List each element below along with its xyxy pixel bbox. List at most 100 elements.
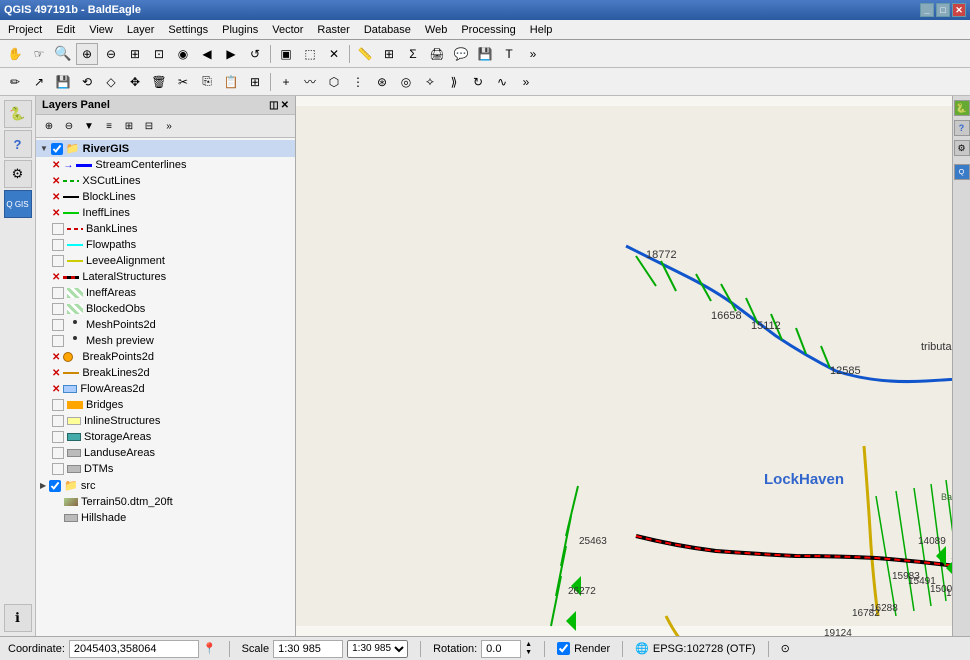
delete-btn[interactable]: 🗑	[148, 71, 170, 93]
coord-input[interactable]	[69, 640, 199, 658]
list-item[interactable]: ✕ XSCutLines	[36, 173, 295, 189]
list-item[interactable]: ✕ → StreamCenterlines	[36, 157, 295, 173]
list-item[interactable]: Hillshade	[36, 510, 295, 526]
menu-plugins[interactable]: Plugins	[216, 22, 264, 38]
list-item[interactable]: Terrain50.dtm_20ft	[36, 494, 295, 510]
menu-settings[interactable]: Settings	[162, 22, 214, 38]
more-btn[interactable]: »	[522, 43, 544, 65]
scale-input[interactable]	[273, 640, 343, 658]
layers-expand-btn[interactable]: ⊞	[120, 117, 138, 135]
menu-raster[interactable]: Raster	[311, 22, 355, 38]
list-item[interactable]: Mesh preview	[36, 333, 295, 349]
list-item[interactable]: ✕ FlowAreas2d	[36, 381, 295, 397]
zoom-next-btn[interactable]: ▶	[220, 43, 242, 65]
tip-btn[interactable]: 💬	[450, 43, 472, 65]
right-panel-qgis-btn[interactable]: Q	[954, 164, 970, 180]
layer-group-rivergis[interactable]: ▼ 📁 RiverGIS	[36, 140, 295, 157]
right-panel-python-btn[interactable]: 🐍	[954, 100, 970, 116]
undo-btn[interactable]: ⟲	[76, 71, 98, 93]
save-btn[interactable]: 💾	[474, 43, 496, 65]
sidebar-qgis-btn[interactable]: Q GIS	[4, 190, 32, 218]
list-item[interactable]: IneffAreas	[36, 285, 295, 301]
layers-filter-btn[interactable]: ▼	[80, 117, 98, 135]
list-item[interactable]: ✕ BlockLines	[36, 189, 295, 205]
save-edit-btn[interactable]: 💾	[52, 71, 74, 93]
maximize-btn[interactable]: □	[936, 3, 950, 17]
print-btn[interactable]: 🖨	[426, 43, 448, 65]
select-btn[interactable]: ▣	[275, 43, 297, 65]
offset-btn[interactable]: ⟫	[443, 71, 465, 93]
move-tool-btn[interactable]: ☞	[28, 43, 50, 65]
menu-layer[interactable]: Layer	[121, 22, 161, 38]
merge-btn[interactable]: ⊛	[371, 71, 393, 93]
render-checkbox[interactable]	[557, 642, 570, 655]
layers-collapse-btn[interactable]: ⊟	[140, 117, 158, 135]
zoom-all-btn[interactable]: ⊞	[124, 43, 146, 65]
menu-web[interactable]: Web	[419, 22, 453, 38]
list-item[interactable]: Flowpaths	[36, 237, 295, 253]
rotation-input[interactable]	[481, 640, 521, 658]
edit-btn[interactable]: ↗	[28, 71, 50, 93]
sidebar-help-btn[interactable]: ?	[4, 130, 32, 158]
scale-dropdown[interactable]: 1:30 985 1:10 000 1:50 000	[347, 640, 408, 658]
list-item[interactable]: ✕ LateralStructures	[36, 269, 295, 285]
ring-btn[interactable]: ◎	[395, 71, 417, 93]
add-pt-btn[interactable]: +	[275, 71, 297, 93]
zoom-out-btn[interactable]: ⊖	[100, 43, 122, 65]
status-info-icon[interactable]: ⊙	[781, 642, 790, 655]
menu-view[interactable]: View	[83, 22, 119, 38]
zoom-selection-btn[interactable]: ⊡	[148, 43, 170, 65]
list-item[interactable]: ✕ IneffLines	[36, 205, 295, 221]
copy-btn[interactable]: ⎘	[196, 71, 218, 93]
list-item[interactable]: StorageAreas	[36, 429, 295, 445]
stats-btn[interactable]: Σ	[402, 43, 424, 65]
menu-edit[interactable]: Edit	[50, 22, 81, 38]
group-src-checkbox[interactable]	[49, 480, 61, 492]
split-btn[interactable]: ⋮	[347, 71, 369, 93]
list-item[interactable]: Bridges	[36, 397, 295, 413]
list-item[interactable]: MeshPoints2d	[36, 317, 295, 333]
attr-table-btn[interactable]: ⊞	[378, 43, 400, 65]
menu-help[interactable]: Help	[524, 22, 559, 38]
right-panel-info-btn[interactable]: ?	[954, 120, 970, 136]
menu-vector[interactable]: Vector	[266, 22, 309, 38]
zoom-in-btn[interactable]: ⊕	[76, 43, 98, 65]
cut-btn[interactable]: ✂	[172, 71, 194, 93]
list-item[interactable]: ✕ BreakLines2d	[36, 365, 295, 381]
layers-remove-btn[interactable]: ⊖	[60, 117, 78, 135]
rotation-spinner[interactable]: ▲ ▼	[525, 641, 532, 657]
snap-btn[interactable]: ⊞	[244, 71, 266, 93]
layer-group-src[interactable]: ▶ 📁 src	[36, 477, 295, 494]
map-canvas[interactable]: 18772 16658 15112 12585 tributary - exam…	[296, 96, 952, 636]
digitize-btn[interactable]: ✏	[4, 71, 26, 93]
deselect-btn[interactable]: ✕	[323, 43, 345, 65]
identify-btn[interactable]: 🔍	[52, 43, 74, 65]
layers-settings-btn[interactable]: ≡	[100, 117, 118, 135]
list-item[interactable]: ✕ BreakPoints2d	[36, 349, 295, 365]
node-btn[interactable]: ◇	[100, 71, 122, 93]
move-feat-btn[interactable]: ✥	[124, 71, 146, 93]
rotate-btn[interactable]: ↻	[467, 71, 489, 93]
sidebar-plugins-btn[interactable]: ⚙	[4, 160, 32, 188]
layers-panel-undock-btn[interactable]: ◫	[269, 100, 278, 111]
list-item[interactable]: InlineStructures	[36, 413, 295, 429]
menu-database[interactable]: Database	[358, 22, 417, 38]
layers-panel-close-btn[interactable]: ✕	[281, 100, 289, 111]
group-rivergis-checkbox[interactable]	[51, 143, 63, 155]
list-item[interactable]: LanduseAreas	[36, 445, 295, 461]
add-poly-btn[interactable]: ⬡	[323, 71, 345, 93]
add-line-btn[interactable]: 〰	[299, 71, 321, 93]
select-rect-btn[interactable]: ⬚	[299, 43, 321, 65]
menu-project[interactable]: Project	[2, 22, 48, 38]
pan-tool-btn[interactable]: ✋	[4, 43, 26, 65]
text-btn[interactable]: T	[498, 43, 520, 65]
list-item[interactable]: LeveeAlignment	[36, 253, 295, 269]
zoom-last-btn[interactable]: ◀	[196, 43, 218, 65]
more2-btn[interactable]: »	[515, 71, 537, 93]
paste-btn[interactable]: 📋	[220, 71, 242, 93]
reshape-btn[interactable]: ⟡	[419, 71, 441, 93]
close-btn[interactable]: ✕	[952, 3, 966, 17]
right-panel-gear-btn[interactable]: ⚙	[954, 140, 970, 156]
layers-more-btn[interactable]: »	[160, 117, 178, 135]
list-item[interactable]: BlockedObs	[36, 301, 295, 317]
